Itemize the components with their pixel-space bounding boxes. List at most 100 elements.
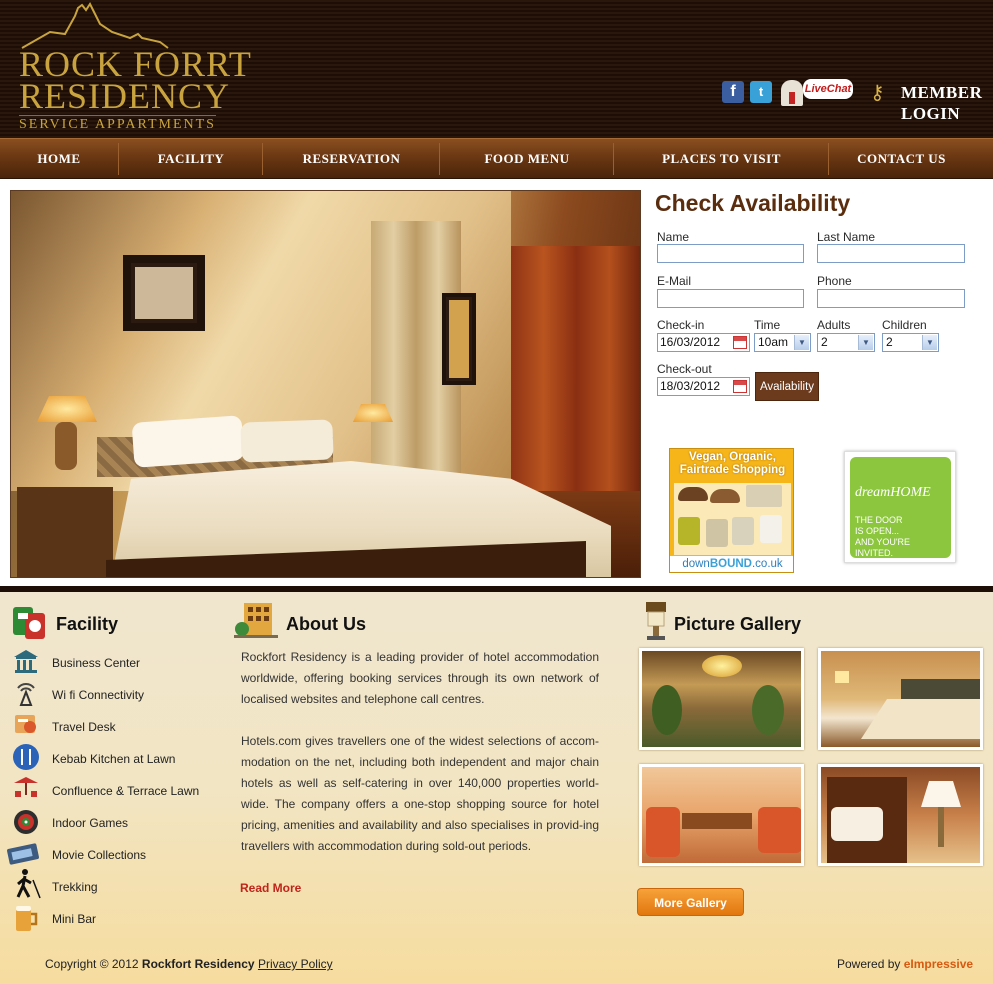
checkout-date-field[interactable]: 18/03/2012 [657,377,750,396]
calendar-icon[interactable] [733,336,747,349]
ad-logo-text: dreamHOME [855,485,931,500]
ad-brand-text: downBOUND.co.uk [670,556,793,572]
facility-item-indoor-games[interactable]: Indoor Games [52,816,128,830]
twitter-icon[interactable]: t [750,81,772,103]
facility-item-trekking[interactable]: Trekking [52,880,98,894]
facility-item-kebab-kitchen[interactable]: Kebab Kitchen at Lawn [52,752,175,766]
nav-divider [613,143,614,175]
live-chat-button[interactable]: LiveChat [781,78,853,106]
read-more-link[interactable]: Read More [240,881,301,895]
support-agent-icon [781,80,803,106]
powered-by-text: Powered by eImpressive [837,957,973,971]
nav-divider [439,143,440,175]
member-login-link[interactable]: MEMBER LOGIN [901,82,982,124]
facebook-icon[interactable]: f [722,81,744,103]
children-label: Children [882,318,927,332]
live-chat-label: LiveChat [803,79,853,99]
gallery-thumb-bedroom[interactable] [818,648,983,750]
facility-item-mini-bar[interactable]: Mini Bar [52,912,96,926]
check-availability-title: Check Availability [655,190,851,216]
copyright-name: Rockfort Residency [141,957,255,971]
nav-divider [118,143,119,175]
powered-prefix: Powered by [837,957,901,971]
checkout-date-value: 18/03/2012 [660,379,721,393]
last-name-field[interactable] [817,244,965,263]
hiker-icon [12,868,41,900]
member-login-line-2: LOGIN [901,104,961,123]
about-us-text: Rockfort Residency is a leading provider… [241,647,599,878]
dreamhome-ad-banner[interactable]: dreamHOME THE DOOR IS OPEN... AND YOU'RE… [844,451,956,563]
checkout-label: Check-out [657,362,712,376]
gallery-thumb-room-lamp[interactable] [818,764,983,866]
availability-button[interactable]: Availability [755,372,819,401]
chevron-down-icon: ▼ [858,335,873,350]
main-nav: HOME FACILITY RESERVATION FOOD MENU PLAC… [0,138,993,179]
email-label: E-Mail [657,274,692,288]
hero-room-photo [10,190,641,578]
site-logo[interactable]: ROCK FORRT RESIDENCY SERVICE APPARTMENTS [14,2,274,134]
gallery-thumb-lobby[interactable] [639,648,804,750]
facility-item-confluence-lawn[interactable]: Confluence & Terrace Lawn [52,784,199,798]
name-label: Name [657,230,690,244]
terrace-icon [12,775,40,801]
downbound-ad-banner[interactable]: Vegan, Organic, Fairtrade Shopping downB… [669,448,794,573]
beer-mug-icon [12,903,40,933]
gallery-thumb-living-room[interactable] [639,764,804,866]
about-paragraph-2: Hotels.com gives travellers one of the w… [241,734,599,853]
chevron-down-icon: ▼ [922,335,937,350]
checkin-date-value: 16/03/2012 [660,335,721,349]
time-select-value: 10am [758,335,789,349]
film-icon [6,840,44,866]
site-header: ROCK FORRT RESIDENCY SERVICE APPARTMENTS… [0,0,993,138]
facility-item-movie-collections[interactable]: Movie Collections [52,848,146,862]
picture-gallery-title: Picture Gallery [674,614,802,634]
nav-divider [828,143,829,175]
logo-tagline: SERVICE APPARTMENTS [19,115,216,132]
adults-label: Adults [817,318,851,332]
hotel-building-icon [234,603,278,638]
facility-item-business-center[interactable]: Business Center [52,656,140,670]
powered-by-link[interactable]: eImpressive [904,957,973,971]
nav-food-menu[interactable]: FOOD MENU [441,139,613,179]
facility-sign-icon [13,607,45,639]
email-field[interactable] [657,289,804,308]
about-us-title: About Us [286,614,366,634]
fort-mountain-icon [21,2,169,49]
facility-item-travel-desk[interactable]: Travel Desk [52,720,116,734]
facility-item-wifi[interactable]: Wi fi Connectivity [52,688,144,702]
time-select[interactable]: 10am ▼ [754,333,811,352]
ad-products-image [674,483,791,555]
ad-green-panel: dreamHOME THE DOOR IS OPEN... AND YOU'RE… [850,457,951,558]
phone-label: Phone [817,274,852,288]
nav-facility[interactable]: FACILITY [120,139,262,179]
dartboard-icon [12,808,40,834]
nav-divider [262,143,263,175]
nav-contact-us[interactable]: CONTACT US [830,139,973,179]
nav-places-to-visit[interactable]: PLACES TO VISIT [615,139,828,179]
copyright-prefix: Copyright © 2012 [45,957,139,971]
travel-icon [12,711,40,737]
privacy-policy-link[interactable]: Privacy Policy [258,957,333,971]
adults-select-value: 2 [821,335,828,349]
copyright-text: Copyright © 2012 Rockfort Residency Priv… [45,957,333,971]
children-select[interactable]: 2 ▼ [882,333,939,352]
nav-home[interactable]: HOME [0,139,118,179]
member-login-line-1: MEMBER [901,83,983,102]
name-field[interactable] [657,244,804,263]
adults-select[interactable]: 2 ▼ [817,333,875,352]
phone-field[interactable] [817,289,965,308]
chevron-down-icon: ▼ [794,335,809,350]
time-label: Time [754,318,781,332]
ad-tagline: THE DOOR IS OPEN... AND YOU'RE INVITED. [855,515,911,558]
more-gallery-button[interactable]: More Gallery [637,888,744,916]
nav-reservation[interactable]: RESERVATION [264,139,439,179]
checkin-date-field[interactable]: 16/03/2012 [657,333,750,352]
children-select-value: 2 [886,335,893,349]
key-icon: ⚷ [870,82,885,104]
about-paragraph-1: Rockfort Residency is a leading provider… [241,650,599,706]
cutlery-icon [12,743,40,770]
lamp-icon [646,602,666,640]
ad-headline: Vegan, Organic, Fairtrade Shopping [679,451,786,476]
calendar-icon[interactable] [733,380,747,393]
last-name-label: Last Name [817,230,876,244]
